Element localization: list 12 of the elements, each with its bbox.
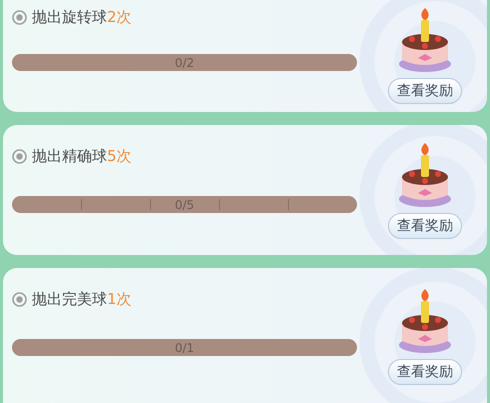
task-title: 抛出精确球 (32, 147, 107, 166)
target-icon (12, 292, 27, 307)
task-count: 2次 (107, 8, 132, 27)
task-count: 5次 (107, 147, 132, 166)
target-icon (12, 149, 27, 164)
view-reward-button[interactable]: 查看奖励 (388, 358, 462, 384)
target-icon (12, 10, 27, 25)
task-title: 抛出旋转球 (32, 8, 107, 27)
task-title: 抛出完美球 (32, 290, 107, 309)
task-count: 1次 (107, 290, 132, 309)
view-reward-button[interactable]: 查看奖励 (388, 213, 462, 239)
view-reward-button[interactable]: 查看奖励 (388, 78, 462, 104)
